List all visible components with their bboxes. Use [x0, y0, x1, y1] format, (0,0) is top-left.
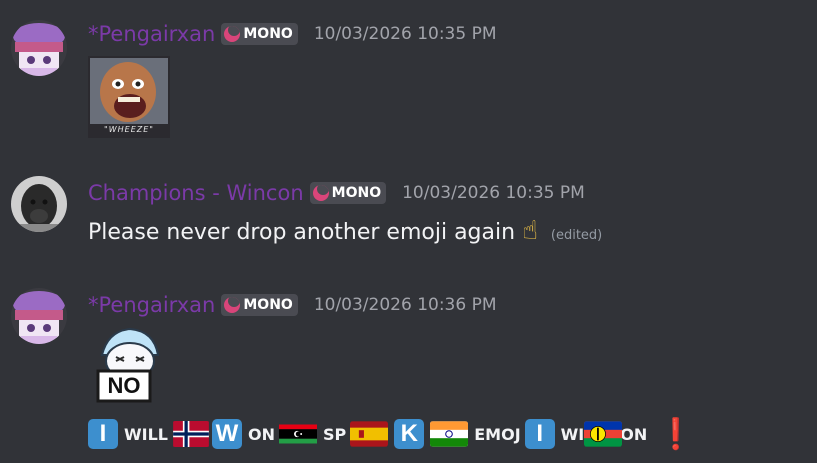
sticker-text: NO	[107, 373, 141, 398]
india-flag-icon	[430, 421, 469, 447]
no-sticker[interactable]: NO	[88, 325, 170, 407]
pointing-up-emoji: ☝	[522, 216, 538, 246]
clan-tag-label: MONO	[331, 185, 382, 201]
word-emoj: EMOJ	[474, 424, 521, 444]
message-header: *Pengairxan MONO 10/03/2026 10:35 PM	[88, 22, 497, 46]
word-will: WILL	[124, 424, 168, 444]
sticker-caption: "WHEEZE"	[104, 125, 154, 134]
regional-indicator-w: W	[212, 419, 242, 449]
word-on: ON	[248, 424, 275, 444]
message-header: *Pengairxan MONO 10/03/2026 10:36 PM	[88, 293, 497, 317]
clan-tag-label: MONO	[243, 26, 293, 42]
regional-indicator-k: K	[394, 419, 425, 449]
new-caledonia-flag-icon	[584, 421, 623, 447]
moon-icon	[224, 297, 241, 313]
emoji-message-line: I WILL W ON SP K EMOJ I WI ON ❗	[88, 416, 695, 452]
word-on-2: ON	[620, 424, 648, 444]
word-sp: SP	[323, 424, 347, 444]
clan-tag-label: MONO	[243, 297, 293, 313]
timestamp[interactable]: 10/03/2026 10:35 PM	[314, 24, 497, 44]
spain-flag-icon	[350, 421, 389, 447]
wheeze-sticker[interactable]: "WHEEZE"	[88, 56, 170, 138]
username[interactable]: *Pengairxan	[88, 293, 215, 317]
timestamp[interactable]: 10/03/2026 10:36 PM	[314, 295, 497, 315]
regional-indicator-i: I	[88, 419, 118, 449]
message-header: Champions - Wincon MONO 10/03/2026 10:35…	[88, 181, 585, 205]
message-content: Please never drop another emoji again ☝ …	[88, 216, 602, 246]
clan-tag[interactable]: MONO	[221, 294, 298, 316]
timestamp[interactable]: 10/03/2026 10:35 PM	[402, 183, 585, 203]
user-avatar[interactable]	[11, 176, 67, 232]
moon-icon	[224, 26, 241, 42]
user-avatar[interactable]	[11, 20, 67, 76]
edited-label: (edited)	[550, 228, 603, 243]
user-avatar[interactable]	[11, 288, 67, 344]
clan-tag[interactable]: MONO	[221, 23, 298, 45]
word-wi: WI	[560, 424, 585, 444]
username[interactable]: Champions - Wincon	[88, 181, 304, 205]
libya-flag-icon	[279, 421, 317, 447]
moon-icon	[312, 185, 329, 201]
norway-flag-icon	[172, 421, 210, 447]
clan-tag[interactable]: MONO	[309, 182, 387, 204]
message-text: Please never drop another emoji again	[88, 220, 516, 245]
regional-indicator-i: I	[524, 419, 555, 449]
exclamation-icon: ❗	[657, 416, 695, 452]
username[interactable]: *Pengairxan	[88, 22, 215, 46]
